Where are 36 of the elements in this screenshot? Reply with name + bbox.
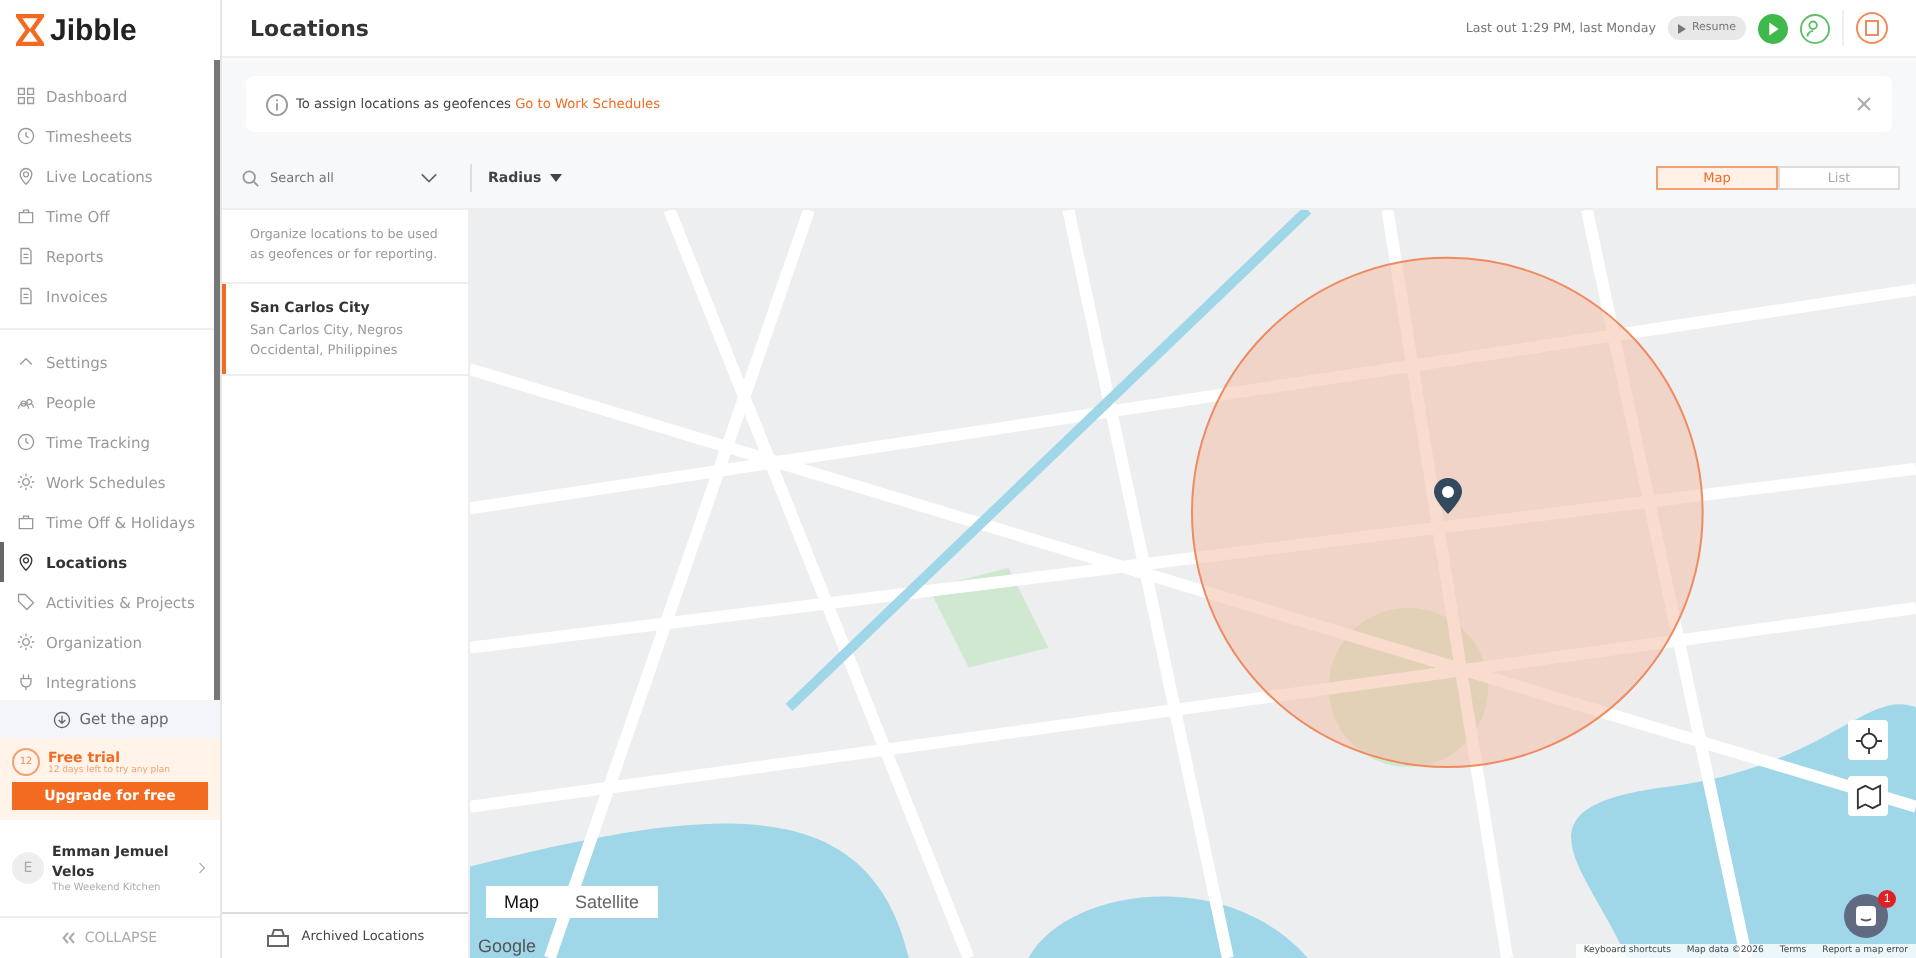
nav-icon — [16, 592, 36, 612]
nav-icon — [16, 166, 36, 186]
play-icon — [1677, 23, 1686, 33]
crosshair-icon — [1855, 727, 1881, 753]
locate-button[interactable] — [1848, 720, 1888, 760]
nav-icon — [16, 86, 36, 106]
chevron-icon — [420, 172, 438, 184]
search-icon — [242, 169, 260, 187]
nav-icon — [16, 246, 36, 266]
play-icon[interactable] — [1758, 13, 1788, 43]
nav-icon — [16, 472, 36, 492]
location-pin-icon — [1432, 476, 1464, 516]
nav-icon — [16, 126, 36, 146]
nav-icon — [16, 512, 36, 532]
double-chevron-icon — [62, 932, 77, 944]
archive-icon — [265, 925, 290, 947]
nav-icon — [16, 286, 36, 306]
folded-map-icon — [1855, 783, 1881, 809]
nav-icon — [16, 552, 36, 572]
download-icon — [51, 709, 72, 729]
brand-name: Jibble — [50, 13, 137, 47]
user-clock-icon[interactable] — [1800, 13, 1830, 43]
info-icon — [266, 93, 288, 115]
nav-icon — [16, 672, 36, 692]
page-title: Locations — [250, 15, 371, 41]
nav-icon — [16, 632, 36, 652]
nav-icon — [16, 206, 36, 226]
timesheet-icon[interactable] — [1856, 12, 1888, 44]
close-icon[interactable] — [1856, 96, 1872, 112]
chat-icon — [1854, 904, 1878, 928]
google-logo-text: Google — [478, 936, 537, 956]
hourglass-logo-icon — [16, 14, 44, 46]
chevron-icon — [196, 862, 208, 874]
map-layers-button[interactable] — [1848, 776, 1888, 816]
caret-icon — [549, 174, 562, 182]
nav-icon — [16, 432, 36, 452]
